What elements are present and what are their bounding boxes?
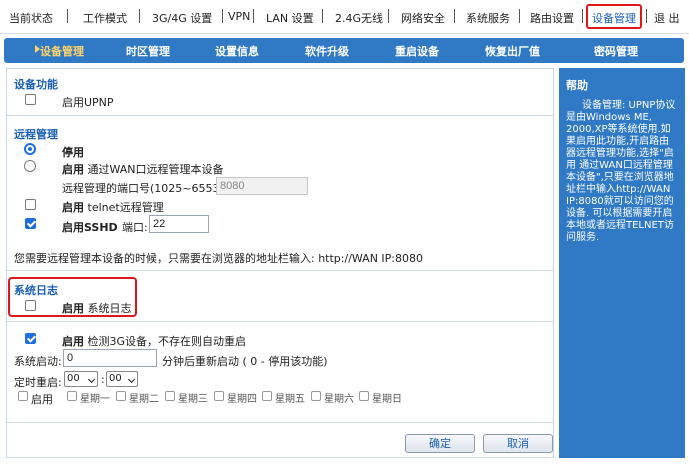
upnp-checkbox[interactable] xyxy=(25,94,36,105)
subtab-device-management[interactable]: 设备管理 xyxy=(40,43,84,59)
cancel-button[interactable]: 取消 xyxy=(483,434,553,453)
nav-separator xyxy=(646,9,647,23)
remote-section-title: 远程管理 xyxy=(14,128,58,141)
chevron-down-icon xyxy=(87,375,96,384)
day-checkbox-thu[interactable] xyxy=(214,391,224,401)
ok-button[interactable]: 确定 xyxy=(405,434,475,453)
nav-routing[interactable]: 路由设置 xyxy=(530,10,574,26)
device-section-title: 设备功能 xyxy=(14,78,58,91)
sshd-checkbox[interactable] xyxy=(25,218,36,229)
section-divider xyxy=(7,422,553,423)
day-label-tue: 星期二 xyxy=(129,394,159,405)
nav-separator xyxy=(322,9,323,23)
chevron-down-icon xyxy=(127,375,136,384)
startup-label: 系统启动: xyxy=(14,355,62,368)
nav-separator xyxy=(388,9,389,23)
remote-note: 您需要远程管理本设备的时候，只需要在浏览器的地址栏输入: http://WAN … xyxy=(14,252,424,265)
ssh-port-input[interactable] xyxy=(149,215,209,233)
nav-device-management[interactable]: 设备管理 xyxy=(592,10,636,26)
remote-enable-label: 启用 通过WAN口远程管理本设备 xyxy=(62,163,224,176)
remote-disable-radio[interactable] xyxy=(24,143,36,155)
day-checkbox-sat[interactable] xyxy=(311,391,321,401)
startup-minutes-input[interactable] xyxy=(63,349,157,367)
day-checkbox-sun[interactable] xyxy=(359,391,369,401)
nav-separator xyxy=(454,9,455,23)
minute-select[interactable]: 00 xyxy=(106,371,138,387)
syslog-checkbox[interactable] xyxy=(25,300,36,311)
help-panel: 帮助 设备管理: UPNP协议是由Windows ME, 2000,XP等系统使… xyxy=(559,68,685,458)
upnp-label: 启用UPNP xyxy=(62,96,114,109)
remote-disable-label: 停用 xyxy=(62,146,84,159)
top-nav: 当前状态 工作模式 3G/4G 设置 VPN LAN 设置 2.4G无线 网络安… xyxy=(0,0,689,34)
nav-status[interactable]: 当前状态 xyxy=(9,10,53,26)
remote-port-label: 远程管理的端口号(1025~65535): xyxy=(62,182,235,195)
telnet-label: 启用 telnet远程管理 xyxy=(62,201,164,214)
nav-separator xyxy=(582,9,583,23)
startup-suffix: 分钟后重新启动 ( 0 - 停用该功能) xyxy=(162,355,328,368)
help-body: 设备管理: UPNP协议是由Windows ME, 2000,XP等系统使用.如… xyxy=(566,100,676,243)
nav-lan[interactable]: LAN 设置 xyxy=(266,10,314,26)
timed-reboot-label: 定时重启: xyxy=(14,376,62,389)
subtab-firmware-upgrade[interactable]: 软件升级 xyxy=(305,43,349,59)
day-label-sun: 星期日 xyxy=(372,394,402,405)
subtab-reboot[interactable]: 重启设备 xyxy=(395,43,439,59)
nav-vpn[interactable]: VPN xyxy=(228,10,250,23)
nav-separator xyxy=(519,9,520,23)
timed-reboot-enable-checkbox[interactable] xyxy=(18,391,28,401)
nav-services[interactable]: 系统服务 xyxy=(466,10,510,26)
subtab-factory-reset[interactable]: 恢复出厂值 xyxy=(485,43,540,59)
day-checkbox-wed[interactable] xyxy=(165,391,175,401)
subtab-password[interactable]: 密码管理 xyxy=(594,43,638,59)
day-label-fri: 星期五 xyxy=(275,394,305,405)
day-checkbox-fri[interactable] xyxy=(262,391,272,401)
nav-wireless[interactable]: 2.4G无线 xyxy=(335,10,383,26)
day-checkbox-tue[interactable] xyxy=(116,391,126,401)
remote-enable-radio[interactable] xyxy=(24,160,36,172)
telnet-checkbox[interactable] xyxy=(25,199,36,210)
day-label-wed: 星期三 xyxy=(178,394,208,405)
nav-separator xyxy=(139,9,140,23)
nav-separator xyxy=(253,9,254,23)
day-label-mon: 星期一 xyxy=(80,394,110,405)
3g-check-checkbox[interactable] xyxy=(25,333,36,344)
sub-nav: 设备管理 时区管理 设置信息 软件升级 重启设备 恢复出厂值 密码管理 xyxy=(4,38,684,63)
sshd-label: 启用SSHD xyxy=(62,221,118,234)
nav-3g4g[interactable]: 3G/4G 设置 xyxy=(152,10,212,26)
syslog-section-title: 系统日志 xyxy=(14,284,58,297)
day-checkbox-mon[interactable] xyxy=(67,391,77,401)
day-label-thu: 星期四 xyxy=(227,394,257,405)
nav-logout[interactable]: 退 出 xyxy=(654,10,680,26)
section-divider xyxy=(7,270,553,271)
time-colon: : xyxy=(101,373,105,386)
subtab-settings-info[interactable]: 设置信息 xyxy=(215,43,259,59)
section-divider xyxy=(7,321,553,322)
nav-separator xyxy=(222,9,223,23)
nav-separator xyxy=(67,9,68,23)
nav-work-mode[interactable]: 工作模式 xyxy=(83,10,127,26)
nav-security[interactable]: 网络安全 xyxy=(401,10,445,26)
subtab-timezone[interactable]: 时区管理 xyxy=(126,43,170,59)
ssh-port-label: 端口: xyxy=(122,221,148,234)
syslog-label: 启用 系统日志 xyxy=(62,302,132,315)
hour-select[interactable]: 00 xyxy=(64,371,98,387)
help-title: 帮助 xyxy=(566,79,588,92)
3g-check-label: 启用 检测3G设备，不存在则自动重启 xyxy=(62,335,247,348)
remote-port-input[interactable] xyxy=(216,177,308,195)
section-divider xyxy=(7,115,553,116)
timed-reboot-enable-label: 启用 xyxy=(31,393,53,406)
day-label-sat: 星期六 xyxy=(324,394,354,405)
